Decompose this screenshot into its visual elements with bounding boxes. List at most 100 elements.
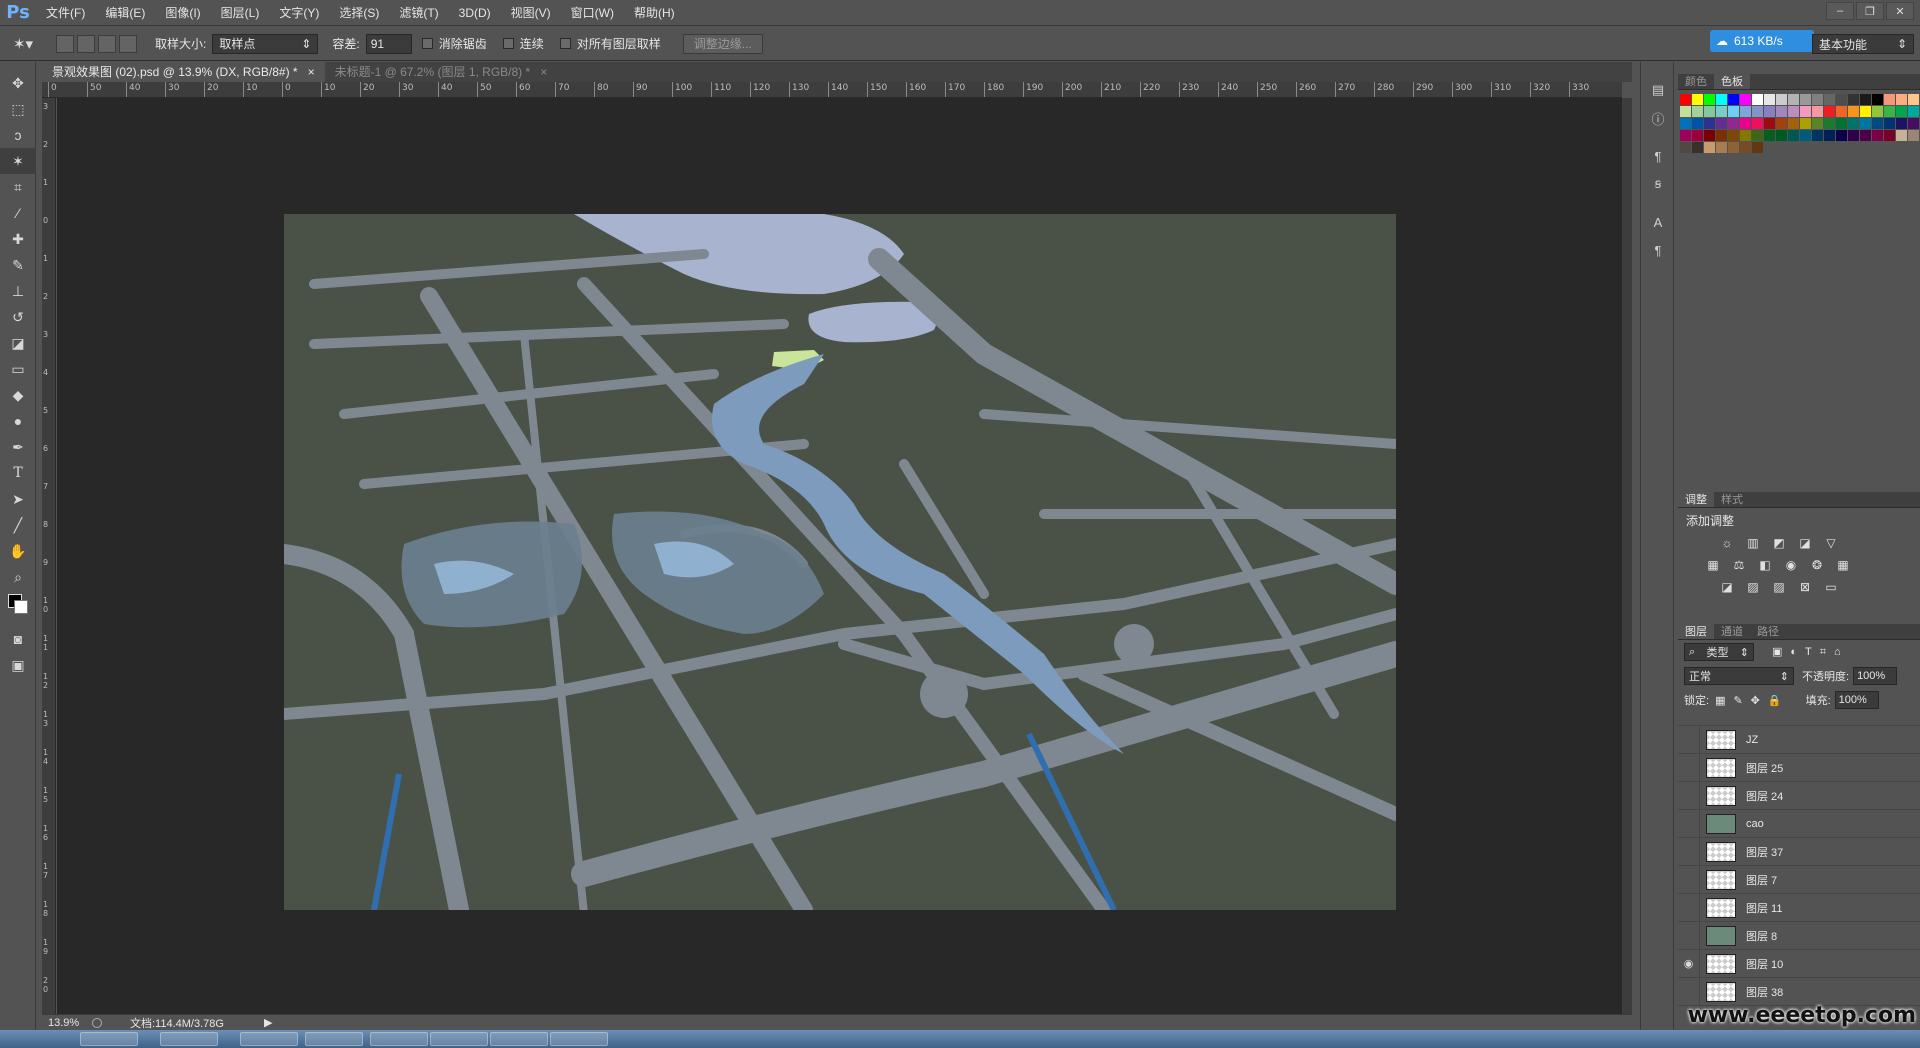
layer-row[interactable]: 图层 25 [1678,753,1920,782]
layer-filter-select[interactable]: ⌕ 类型 ⇕ [1684,643,1754,661]
eraser-tool-icon[interactable]: ◪ [0,330,36,356]
visibility-eye-icon[interactable] [1678,809,1700,838]
color-swatch[interactable] [1860,94,1871,105]
color-swatch[interactable] [1704,94,1715,105]
color-swatch[interactable] [1680,94,1691,105]
dodge-tool-icon[interactable]: ● [0,408,36,434]
color-swatch[interactable] [1764,118,1775,129]
intersect-selection-mode-button[interactable] [119,34,137,53]
minimize-button[interactable]: – [1826,2,1854,20]
lock-icons[interactable]: ▦✎✥🔒 [1715,694,1790,707]
color-swatch[interactable] [1692,130,1703,141]
invert-icon[interactable]: ◪ [1718,579,1736,595]
background-color-icon[interactable] [14,600,28,614]
menu-item[interactable]: 图像(I) [155,0,210,26]
hue-saturation-icon[interactable]: ▦ [1704,557,1722,573]
status-info-icon[interactable] [92,1017,102,1028]
menu-item[interactable]: 选择(S) [329,0,389,26]
color-swatch[interactable] [1824,118,1835,129]
quick-mask-icon[interactable]: ◙ [0,626,36,652]
color-swatch[interactable] [1692,94,1703,105]
brush-tool-icon[interactable]: ✎ [0,252,36,278]
color-swatch[interactable] [1824,130,1835,141]
color-swatch[interactable] [1800,106,1811,117]
color-swatch[interactable] [1752,118,1763,129]
color-swatch[interactable] [1860,118,1871,129]
marquee-tool-icon[interactable]: ⬚ [0,96,36,122]
blend-mode-select[interactable]: 正常 ⇕ [1684,667,1794,685]
exposure-icon[interactable]: ◪ [1796,535,1814,551]
color-swatch[interactable] [1776,118,1787,129]
posterize-icon[interactable]: ▨ [1744,579,1762,595]
color-balance-icon[interactable]: ⚖ [1730,557,1748,573]
color-swatch[interactable] [1680,106,1691,117]
menu-item[interactable]: 文件(F) [36,0,95,26]
menu-item[interactable]: 滤镜(T) [389,0,448,26]
color-swatch[interactable] [1704,130,1715,141]
color-swatch[interactable] [1848,118,1859,129]
taskbar-button[interactable] [240,1032,298,1046]
blur-tool-icon[interactable]: ◆ [0,382,36,408]
color-swatch[interactable] [1884,94,1895,105]
color-swatch[interactable] [1776,106,1787,117]
zoom-tool-icon[interactable]: ⌕ [0,564,36,590]
selective-color-icon[interactable]: ⊠ [1796,579,1814,595]
color-swatch[interactable] [1800,130,1811,141]
magic-wand-preset-icon[interactable]: ✶▾ [0,35,46,53]
color-swatch[interactable] [1908,130,1919,141]
visibility-eye-icon[interactable] [1678,837,1700,866]
workspace-select[interactable]: 基本功能 ⇕ [1812,34,1914,54]
color-swatch[interactable] [1776,130,1787,141]
color-swatch[interactable] [1704,106,1715,117]
color-swatch[interactable] [1728,94,1739,105]
color-swatch[interactable] [1692,106,1703,117]
vertical-scrollbar[interactable] [1622,98,1632,1014]
color-swatch[interactable] [1884,118,1895,129]
menu-item[interactable]: 文字(Y) [269,0,329,26]
zoom-level[interactable]: 13.9% [48,1017,84,1029]
add-selection-mode-button[interactable] [77,34,95,53]
color-swatch[interactable] [1788,130,1799,141]
menu-item[interactable]: 帮助(H) [624,0,685,26]
color-swatch[interactable] [1764,94,1775,105]
fill-input[interactable]: 100% [1834,691,1879,709]
color-swatch[interactable] [1788,106,1799,117]
pen-tool-icon[interactable]: ✒ [0,434,36,460]
color-swatch[interactable] [1812,118,1823,129]
taskbar-button[interactable] [160,1032,218,1046]
layer-row[interactable]: 图层 8 [1678,921,1920,950]
visibility-eye-icon[interactable] [1678,977,1700,1006]
color-swatch[interactable] [1824,94,1835,105]
menu-item[interactable]: 编辑(E) [95,0,155,26]
tab-untitled-1[interactable]: 未标题-1 @ 67.2% (图层 1, RGB/8) * × [325,62,558,82]
color-swatch[interactable] [1716,142,1727,153]
sample-all-layers-checkbox[interactable] [559,38,571,49]
visibility-eye-icon[interactable] [1678,893,1700,922]
color-swatch[interactable] [1872,94,1883,105]
color-swatches-icon[interactable] [0,590,36,626]
tab-swatches[interactable]: 色板 [1714,74,1750,89]
layer-row[interactable]: 图层 7 [1678,865,1920,894]
color-swatch[interactable] [1836,118,1847,129]
color-swatch[interactable] [1860,130,1871,141]
color-swatch[interactable] [1692,142,1703,153]
layer-row[interactable]: ◉ 图层 10 [1678,949,1920,978]
color-swatch[interactable] [1884,106,1895,117]
move-tool-icon[interactable]: ✥ [0,70,36,96]
color-swatch[interactable] [1836,94,1847,105]
gradient-tool-icon[interactable]: ▭ [0,356,36,382]
color-swatch[interactable] [1896,118,1907,129]
color-swatch[interactable] [1812,94,1823,105]
color-swatch[interactable] [1848,94,1859,105]
layer-row[interactable]: JZ [1678,725,1920,754]
color-swatch[interactable] [1692,118,1703,129]
color-swatch[interactable] [1788,118,1799,129]
visibility-eye-icon[interactable] [1678,921,1700,950]
color-swatch[interactable] [1896,130,1907,141]
info-icon[interactable]: ⓘ [1641,104,1675,132]
levels-icon[interactable]: ▥ [1744,535,1762,551]
color-swatch[interactable] [1848,130,1859,141]
tab-color[interactable]: 颜色 [1678,74,1714,89]
layer-row[interactable]: 图层 11 [1678,893,1920,922]
tab-adjustments[interactable]: 调整 [1678,492,1714,507]
